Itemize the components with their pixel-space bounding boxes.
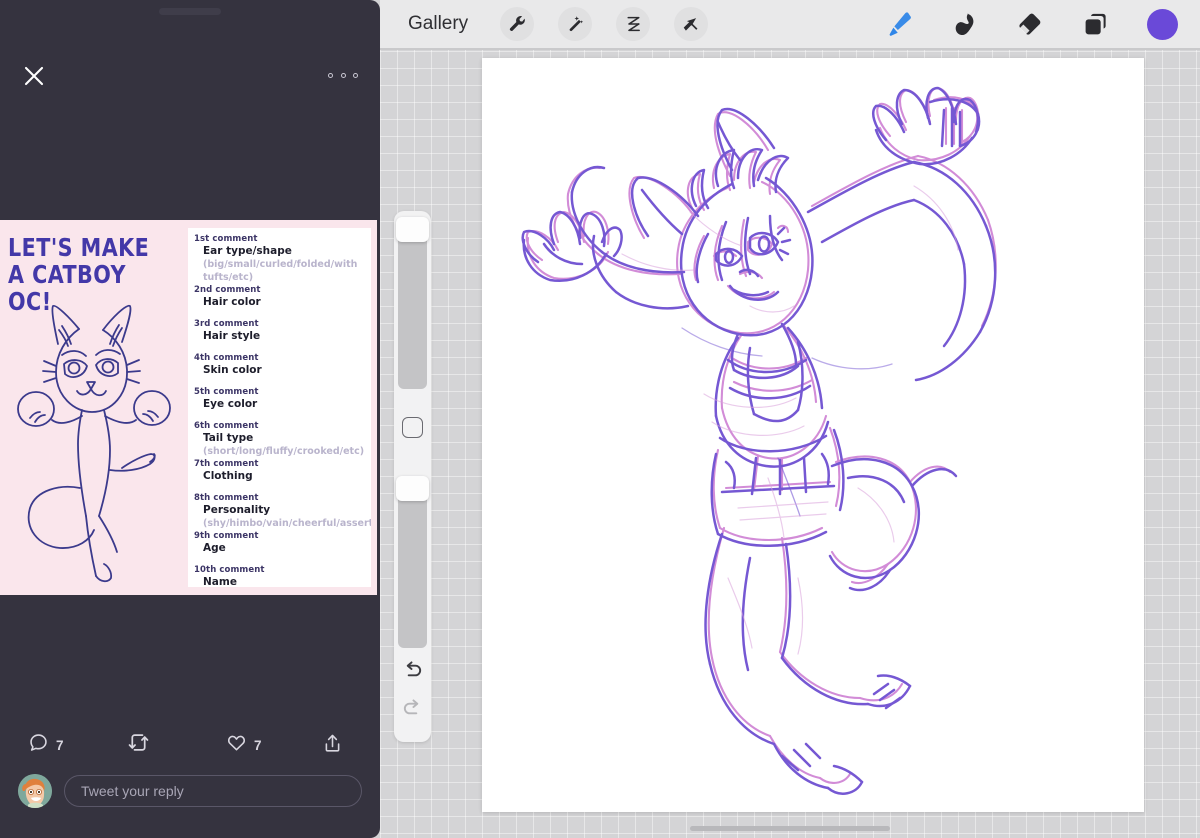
share-icon — [322, 732, 343, 759]
reply-composer — [0, 770, 380, 812]
brush-size-slider[interactable] — [396, 217, 429, 389]
prompt-item: 2nd comment Hair color — [194, 285, 365, 309]
paintbrush-icon[interactable] — [883, 10, 912, 39]
smudge-icon[interactable] — [950, 10, 978, 38]
avatar[interactable] — [18, 774, 52, 808]
prompt-hint: (big/small/curled/folded/with tufts/etc) — [203, 259, 358, 283]
prompt-order: 6th comment — [194, 421, 259, 431]
like-count: 7 — [254, 737, 262, 753]
opacity-knob[interactable] — [396, 476, 429, 501]
like-button[interactable]: 7 — [226, 725, 262, 765]
prompt-label: Skin color — [203, 364, 262, 376]
cat-sketch-illustration — [17, 305, 171, 583]
prompt-order: 1st comment — [194, 234, 258, 244]
comment-icon — [28, 732, 49, 758]
reply-count: 7 — [56, 737, 64, 753]
prompt-item: 10th comment Name — [194, 565, 365, 587]
prompt-item: 8th comment Personality (shy/himbo/vain/… — [194, 493, 371, 530]
prompt-label: Hair color — [203, 296, 261, 308]
image-prompt-list: 1st comment Ear type/shape (big/small/cu… — [188, 228, 371, 587]
tweet-embedded-image[interactable]: LET'S MAKE A CATBOY OC! 1st comment Ear … — [0, 220, 377, 595]
prompt-label: Eye color — [203, 398, 258, 410]
prompt-hint: (shy/himbo/vain/cheerful/assertive/etc) — [203, 518, 371, 529]
opacity-slider[interactable] — [396, 476, 429, 648]
prompt-label: Personality (shy/himbo/vain/cheerful/ass… — [194, 504, 371, 530]
prompt-order: 3rd comment — [194, 319, 259, 329]
share-button[interactable] — [322, 725, 343, 765]
prompt-order: 2nd comment — [194, 285, 261, 295]
tweet-detail-panel: LET'S MAKE A CATBOY OC! 1st comment Ear … — [0, 0, 380, 838]
wrench-icon[interactable] — [500, 7, 535, 41]
image-left-column: LET'S MAKE A CATBOY OC! — [0, 220, 188, 595]
procreate-app: Gallery — [380, 0, 1200, 838]
eraser-icon[interactable] — [1016, 10, 1044, 38]
prompt-item: 4th comment Skin color — [194, 353, 365, 377]
reply-input[interactable] — [64, 775, 362, 807]
prompt-label: Ear type/shape (big/small/curled/folded/… — [203, 245, 358, 283]
prompt-hint: (short/long/fluffy/crooked/etc) — [203, 446, 365, 457]
prompt-order: 4th comment — [194, 353, 259, 363]
reply-button[interactable]: 7 — [28, 725, 64, 765]
heart-icon — [226, 732, 247, 758]
magic-wand-icon[interactable] — [558, 7, 593, 41]
prompt-item: 3rd comment Hair style — [194, 319, 365, 343]
prompt-label: Hair style — [203, 330, 261, 342]
color-swatch[interactable] — [1147, 8, 1178, 40]
brush-size-knob[interactable] — [396, 217, 429, 242]
prompt-item: 9th comment Age — [194, 531, 365, 555]
prompt-order: 8th comment — [194, 493, 259, 503]
redo-icon[interactable] — [401, 697, 424, 720]
prompt-item: 1st comment Ear type/shape (big/small/cu… — [194, 234, 365, 284]
prompt-item: 6th comment Tail type (short/long/fluffy… — [194, 421, 365, 458]
prompt-order: 9th comment — [194, 531, 259, 541]
home-indicator — [690, 826, 890, 831]
retweet-button[interactable] — [127, 725, 157, 765]
prompt-label: Clothing — [203, 470, 253, 482]
prompt-item: 7th comment Clothing — [194, 459, 365, 483]
toolbar-divider — [380, 48, 1200, 50]
undo-icon[interactable] — [401, 659, 424, 682]
close-icon[interactable] — [20, 62, 48, 90]
prompt-label: Age — [203, 542, 226, 554]
selection-icon[interactable] — [616, 7, 651, 41]
layers-icon[interactable] — [1082, 11, 1109, 38]
procreate-toolbar: Gallery — [380, 0, 1200, 48]
more-horizontal-icon[interactable] — [328, 68, 358, 82]
prompt-order: 10th comment — [194, 565, 265, 575]
procreate-sidebar — [394, 211, 431, 742]
tweet-top-bar — [0, 28, 380, 86]
right-tool-group — [883, 8, 1178, 40]
drawing-canvas[interactable] — [482, 58, 1144, 812]
catboy-sketch-artwork — [521, 86, 997, 795]
sheet-drag-handle[interactable] — [159, 8, 221, 15]
arrow-transform-icon[interactable] — [674, 7, 709, 41]
modify-button[interactable] — [402, 417, 423, 438]
left-tool-group — [500, 7, 709, 41]
tweet-action-bar: 7 7 — [0, 725, 380, 767]
prompt-item: 5th comment Eye color — [194, 387, 365, 411]
prompt-order: 7th comment — [194, 459, 259, 469]
prompt-label: Name — [203, 576, 237, 587]
prompt-label: Tail type (short/long/fluffy/crooked/etc… — [203, 432, 365, 457]
retweet-icon — [127, 732, 150, 758]
gallery-button[interactable]: Gallery — [408, 13, 468, 35]
prompt-order: 5th comment — [194, 387, 259, 397]
